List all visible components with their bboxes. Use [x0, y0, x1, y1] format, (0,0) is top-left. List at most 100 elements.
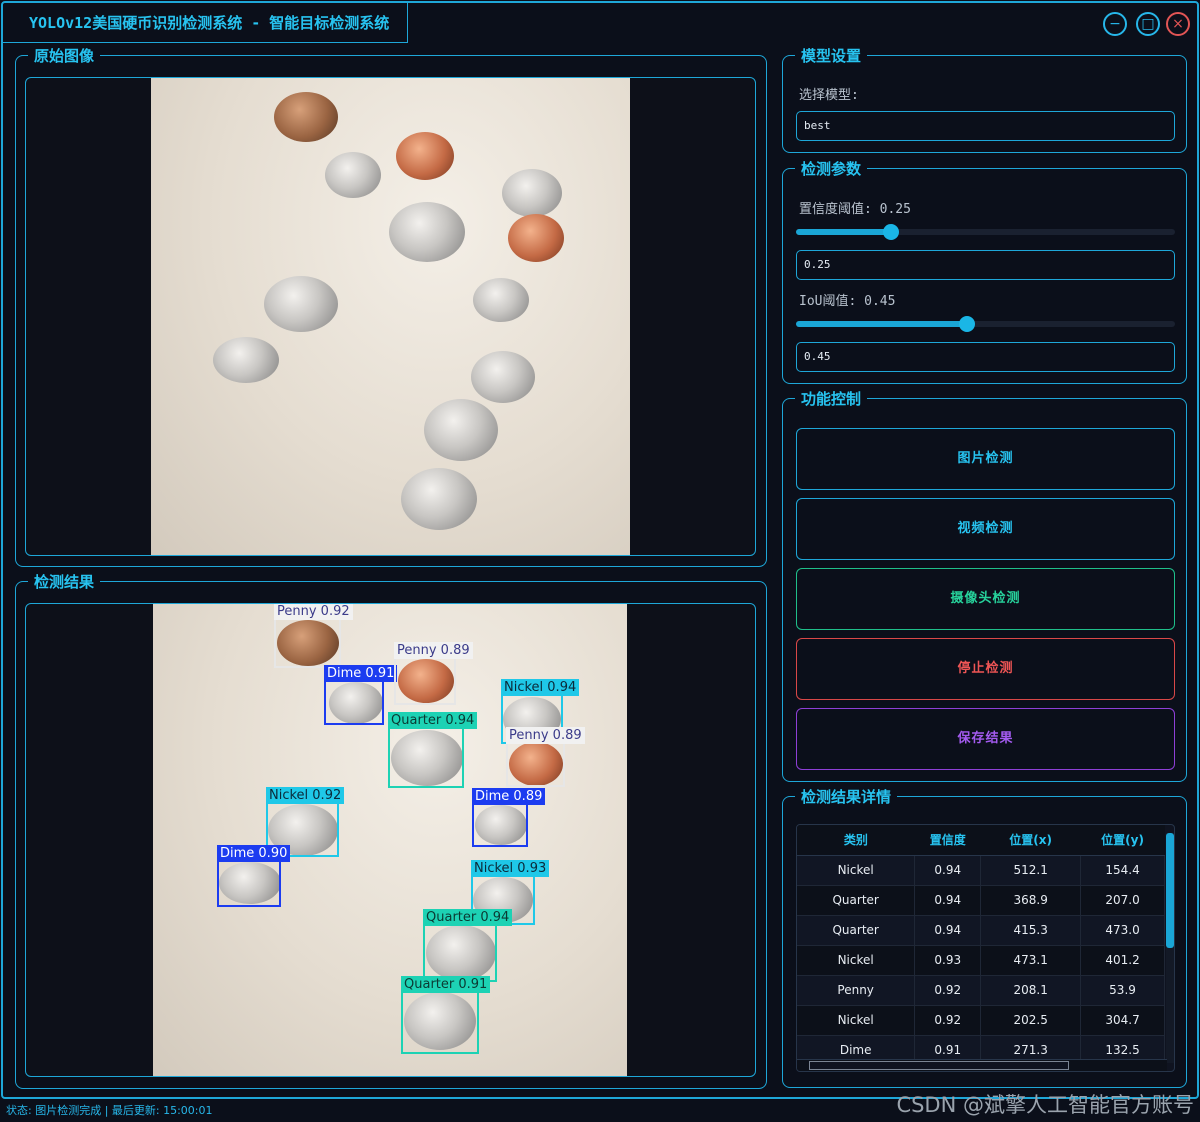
detection-label: Penny 0.89	[506, 727, 585, 744]
detection-label: Dime 0.89	[472, 788, 546, 805]
detection-label: Quarter 0.94	[423, 909, 513, 926]
cell-class: Nickel	[797, 855, 916, 886]
detection-label: Penny 0.92	[274, 604, 353, 620]
main-window: YOLOv12美国硬币识别检测系统 - 智能目标检测系统 − □ × 原始图像	[1, 1, 1199, 1099]
table-vertical-scrollbar[interactable]	[1166, 833, 1174, 1063]
watermark: CSDN @斌擎人工智能官方账号	[896, 1093, 1194, 1117]
cell-y: 473.0	[1080, 915, 1165, 946]
table-row[interactable]: Nickel 0.94 512.1 154.4	[797, 855, 1165, 886]
cell-confidence: 0.94	[914, 915, 982, 946]
detection-box: Quarter 0.91	[401, 976, 491, 1054]
table-row[interactable]: Quarter 0.94 368.9 207.0	[797, 885, 1165, 916]
cell-x: 473.1	[980, 945, 1082, 976]
cell-x: 415.3	[980, 915, 1082, 946]
function-control-title: 功能控制	[795, 388, 868, 409]
detection-label: Dime 0.90	[217, 845, 291, 862]
col-header-confidence[interactable]: 置信度	[914, 825, 981, 856]
cell-class: Nickel	[797, 945, 916, 976]
save-result-button[interactable]: 保存结果	[796, 708, 1175, 770]
minimize-icon: −	[1109, 16, 1121, 32]
result-details-panel: 检测结果详情 类别 置信度 位置(x) 位置(y) Nickel 0.94 512.…	[782, 786, 1187, 1088]
result-image-frame: Penny 0.92 Dime 0.91 Penny 0.89 Nickel 0…	[25, 603, 756, 1077]
original-image-frame	[25, 77, 756, 556]
detection-label: Quarter 0.94	[388, 712, 478, 729]
col-header-x[interactable]: 位置(x)	[980, 825, 1081, 856]
cell-confidence: 0.93	[914, 945, 982, 976]
cell-class: Penny	[797, 975, 916, 1006]
conf-slider-handle[interactable]	[882, 224, 899, 240]
video-detect-button[interactable]: 视频检测	[796, 498, 1175, 560]
detection-box: Penny 0.92	[274, 604, 353, 668]
original-image-title: 原始图像	[28, 45, 101, 66]
detection-label: Nickel 0.94	[501, 679, 580, 696]
cell-x: 208.1	[980, 975, 1082, 1006]
iou-threshold-label: IoU阈值: 0.45	[799, 294, 896, 309]
maximize-button[interactable]: □	[1136, 12, 1160, 36]
iou-slider-handle[interactable]	[958, 316, 975, 332]
detection-label: Quarter 0.91	[401, 976, 491, 993]
function-control-panel: 功能控制 图片检测 视频检测 摄像头检测 停止检测 保存结果	[782, 388, 1187, 782]
detection-label: Nickel 0.93	[471, 860, 550, 877]
model-settings-panel: 模型设置 选择模型: best	[782, 45, 1187, 153]
col-header-y[interactable]: 位置(y)	[1080, 825, 1165, 856]
maximize-icon: □	[1141, 16, 1155, 32]
original-image-panel: 原始图像	[15, 45, 767, 567]
detection-box: Dime 0.90	[217, 845, 291, 907]
table-row[interactable]: Quarter 0.94 415.3 473.0	[797, 915, 1165, 946]
detect-params-panel: 检测参数 置信度阈值: 0.25 0.25 IoU阈值: 0.45 0.45	[782, 158, 1187, 384]
cell-class: Quarter	[797, 915, 916, 946]
original-coin-photo	[151, 78, 630, 555]
detection-result-panel: 检测结果 Penny 0.92 Dime 0.91 Penny 0.89 Nic…	[15, 571, 767, 1089]
title-bar[interactable]: YOLOv12美国硬币识别检测系统 - 智能目标检测系统 − □ ×	[3, 3, 1197, 43]
cell-confidence: 0.94	[914, 855, 982, 886]
cell-y: 401.2	[1080, 945, 1165, 976]
col-header-class[interactable]: 类别	[797, 825, 915, 856]
detection-box: Penny 0.89	[394, 642, 473, 705]
detection-label: Nickel 0.92	[266, 787, 345, 804]
cell-y: 304.7	[1080, 1005, 1165, 1036]
result-coin-photo: Penny 0.92 Dime 0.91 Penny 0.89 Nickel 0…	[153, 604, 627, 1076]
detection-box: Dime 0.89	[472, 788, 546, 847]
camera-detect-button[interactable]: 摄像头检测	[796, 568, 1175, 630]
detection-box: Quarter 0.94	[423, 909, 513, 982]
detection-box: Dime 0.91	[324, 665, 398, 725]
cell-x: 368.9	[980, 885, 1082, 916]
table-header-row: 类别 置信度 位置(x) 位置(y)	[797, 825, 1165, 856]
table-row[interactable]: Nickel 0.92 202.5 304.7	[797, 1005, 1165, 1036]
horizontal-scroll-thumb[interactable]	[809, 1061, 1069, 1070]
cell-confidence: 0.92	[914, 975, 982, 1006]
image-detect-button[interactable]: 图片检测	[796, 428, 1175, 490]
table-row[interactable]: Nickel 0.93 473.1 401.2	[797, 945, 1165, 976]
conf-threshold-input[interactable]: 0.25	[796, 250, 1175, 280]
table-horizontal-scrollbar[interactable]	[797, 1059, 1167, 1071]
result-table: 类别 置信度 位置(x) 位置(y) Nickel 0.94 512.1 154.4 …	[797, 825, 1165, 1066]
detection-label: Penny 0.89	[394, 642, 473, 659]
detection-box: Penny 0.89	[506, 727, 585, 787]
iou-threshold-slider[interactable]	[796, 316, 1175, 332]
conf-threshold-slider[interactable]	[796, 224, 1175, 240]
iou-threshold-input[interactable]: 0.45	[796, 342, 1175, 372]
close-button[interactable]: ×	[1166, 12, 1190, 36]
close-icon: ×	[1172, 16, 1184, 32]
model-select[interactable]: best	[796, 111, 1175, 141]
cell-x: 202.5	[980, 1005, 1082, 1036]
detection-box: Quarter 0.94	[388, 712, 478, 788]
cell-confidence: 0.92	[914, 1005, 982, 1036]
cell-class: Quarter	[797, 885, 916, 916]
conf-slider-fill	[796, 229, 891, 235]
detect-params-title: 检测参数	[795, 158, 868, 179]
cell-y: 53.9	[1080, 975, 1165, 1006]
table-row[interactable]: Penny 0.92 208.1 53.9	[797, 975, 1165, 1006]
stop-detect-button[interactable]: 停止检测	[796, 638, 1175, 700]
select-model-label: 选择模型:	[799, 88, 859, 103]
conf-threshold-label: 置信度阈值: 0.25	[799, 202, 911, 217]
minimize-button[interactable]: −	[1103, 12, 1127, 36]
cell-x: 512.1	[980, 855, 1082, 886]
cell-y: 154.4	[1080, 855, 1165, 886]
detection-label: Dime 0.91	[324, 665, 398, 682]
result-details-title: 检测结果详情	[795, 786, 898, 807]
window-title: YOLOv12美国硬币识别检测系统 - 智能目标检测系统	[3, 3, 408, 43]
cell-y: 207.0	[1080, 885, 1165, 916]
cell-class: Nickel	[797, 1005, 916, 1036]
vertical-scroll-thumb[interactable]	[1166, 833, 1174, 948]
